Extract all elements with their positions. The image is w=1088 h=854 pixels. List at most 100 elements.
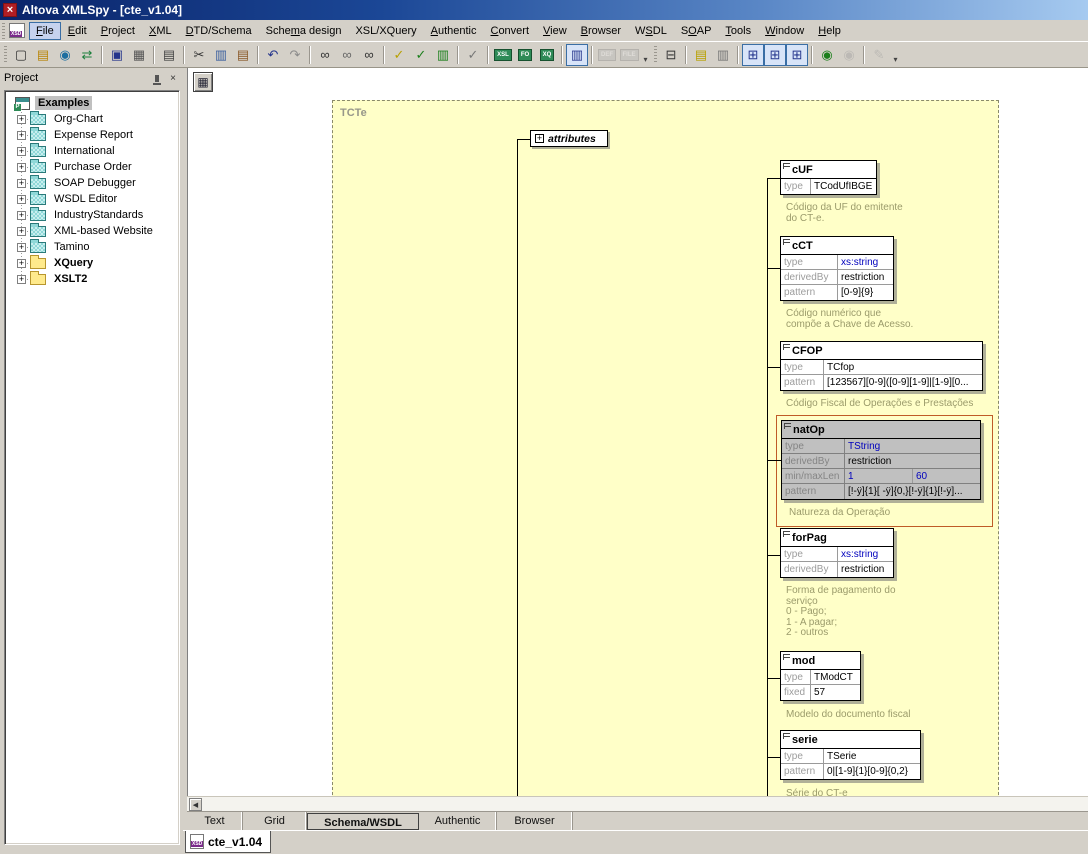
tree-item-org-chart[interactable]: +Org-Chart [7, 111, 179, 127]
schema-element-icon[interactable]: ▤ [690, 44, 712, 66]
reload-file-icon[interactable]: ⇄ [76, 44, 98, 66]
menubar-grip[interactable] [2, 23, 5, 39]
title-bar[interactable]: × Altova XMLSpy - [cte_v1.04] [0, 0, 1088, 20]
redo-icon[interactable]: ↷ [284, 44, 306, 66]
pin-icon[interactable] [150, 72, 164, 85]
menu-browser[interactable]: Browser [574, 22, 628, 40]
menu-soap[interactable]: SOAP [674, 22, 719, 40]
spelling-icon[interactable]: ✓ [462, 44, 484, 66]
scroll-left-icon[interactable]: ◀ [189, 798, 202, 811]
xslfo-transform-icon[interactable]: FO [514, 44, 536, 66]
xquery-execute-icon[interactable]: XQ [536, 44, 558, 66]
display-diagram-toggle-icon[interactable]: ⊞ [742, 44, 764, 66]
expand-icon[interactable]: + [17, 275, 26, 284]
find-next-icon[interactable]: ∞ [358, 44, 380, 66]
expand-icon[interactable]: + [17, 211, 26, 220]
view-tab-schema-wsdl[interactable]: Schema/WSDL [307, 813, 419, 830]
connect-server-icon[interactable]: ◉ [816, 44, 838, 66]
menu-xml[interactable]: XML [142, 22, 179, 40]
tree-item-tamino[interactable]: +Tamino [7, 239, 179, 255]
browser-preview-icon[interactable]: ▥ [566, 44, 588, 66]
document-menu-icon[interactable] [9, 23, 25, 38]
xsl-transform-icon[interactable]: XSL [492, 44, 514, 66]
expand-attributes-icon[interactable]: + [535, 134, 544, 143]
undo-icon[interactable]: ↶ [262, 44, 284, 66]
menu-xsl-xquery[interactable]: XSL/XQuery [348, 22, 423, 40]
save-icon[interactable]: ▣ [106, 44, 128, 66]
tree-item-international[interactable]: +International [7, 143, 179, 159]
element-box-forPag[interactable]: forPagtypexs:stringderivedByrestriction [780, 528, 894, 578]
find-icon[interactable]: ∞ [314, 44, 336, 66]
menu-authentic[interactable]: Authentic [424, 22, 484, 40]
element-box-cCT[interactable]: cCTtypexs:stringderivedByrestrictionpatt… [780, 236, 894, 301]
display-constraints-toggle-icon[interactable]: ⊞ [786, 44, 808, 66]
disconnect-server-icon[interactable]: ◉ [838, 44, 860, 66]
element-box-CFOP[interactable]: CFOPtypeTCfoppattern[123567][0-9]([0-9][… [780, 341, 983, 391]
expand-icon[interactable]: + [17, 243, 26, 252]
copy-icon[interactable]: ▥ [210, 44, 232, 66]
view-tab-text[interactable]: Text [187, 812, 243, 830]
menu-project[interactable]: Project [94, 22, 142, 40]
expand-icon[interactable]: + [17, 163, 26, 172]
display-annotations-toggle-icon[interactable]: ⊞ [764, 44, 786, 66]
cut-icon[interactable]: ✂ [188, 44, 210, 66]
schema-copy-icon[interactable]: ▥ [712, 44, 734, 66]
element-box-mod[interactable]: modtypeTModCTfixed57 [780, 651, 861, 701]
print-icon[interactable]: ▤ [158, 44, 180, 66]
expand-icon[interactable]: + [17, 259, 26, 268]
element-box-cUF[interactable]: cUFtypeTCodUfIBGE [780, 160, 877, 195]
tree-item-expense-report[interactable]: +Expense Report [7, 127, 179, 143]
menu-file[interactable]: File [29, 22, 61, 40]
menu-help[interactable]: Help [811, 22, 848, 40]
menu-window[interactable]: Window [758, 22, 811, 40]
tree-item-wsdl-editor[interactable]: +WSDL Editor [7, 191, 179, 207]
menu-convert[interactable]: Convert [483, 22, 536, 40]
assign-schema-icon[interactable]: ▥ [432, 44, 454, 66]
save-all-icon[interactable]: ▦ [128, 44, 150, 66]
attributes-box[interactable]: +attributes [530, 130, 608, 147]
horizontal-scrollbar[interactable]: ◀ [187, 796, 1088, 811]
menu-tools[interactable]: Tools [718, 22, 758, 40]
expand-icon[interactable]: + [17, 195, 26, 204]
open-url-icon[interactable]: ◉ [54, 44, 76, 66]
script-editor-icon[interactable]: ✎ [868, 44, 890, 66]
expand-icon[interactable]: + [17, 179, 26, 188]
paste-icon[interactable]: ▤ [232, 44, 254, 66]
menu-view[interactable]: View [536, 22, 574, 40]
menu-dtd-schema[interactable]: DTD/Schema [179, 22, 259, 40]
file-tab[interactable]: cte_v1.04 [185, 831, 271, 853]
expand-icon[interactable]: + [17, 227, 26, 236]
new-document-icon[interactable]: ▢ [10, 44, 32, 66]
dtd-def-icon[interactable]: DEF [596, 44, 618, 66]
validate-icon[interactable]: ✓ [410, 44, 432, 66]
toolbar-grip[interactable] [654, 46, 657, 64]
tree-item-soap-debugger[interactable]: +SOAP Debugger [7, 175, 179, 191]
close-icon[interactable]: × [166, 72, 180, 85]
expand-icon[interactable]: + [17, 131, 26, 140]
dtd-file-icon[interactable]: FILE [618, 44, 640, 66]
view-tab-browser[interactable]: Browser [497, 812, 573, 830]
menu-schema-design[interactable]: Schema design [259, 22, 349, 40]
element-box-natOp[interactable]: natOptypeTStringderivedByrestrictionmin/… [781, 420, 981, 500]
tree-item-industrystandards[interactable]: +IndustryStandards [7, 207, 179, 223]
tree-item-xslt2[interactable]: +XSLT2 [7, 271, 179, 287]
tree-root-examples[interactable]: Examples [7, 95, 179, 111]
toolbar-overflow-icon[interactable]: ▾ [640, 44, 651, 66]
show-globals-button[interactable]: ▦ [193, 72, 213, 92]
expand-icon[interactable]: + [17, 115, 26, 124]
schema-settings-icon[interactable]: ⊟ [660, 44, 682, 66]
view-tab-authentic[interactable]: Authentic [419, 812, 497, 830]
menu-edit[interactable]: Edit [61, 22, 94, 40]
find-in-files-icon[interactable]: ∞ [336, 44, 358, 66]
menu-wsdl[interactable]: WSDL [628, 22, 674, 40]
toolbar-grip[interactable] [4, 46, 7, 64]
check-wellformed-icon[interactable]: ✓ [388, 44, 410, 66]
tree-item-xquery[interactable]: +XQuery [7, 255, 179, 271]
tree-item-purchase-order[interactable]: +Purchase Order [7, 159, 179, 175]
view-tab-grid[interactable]: Grid [243, 812, 307, 830]
tree-item-xml-based-website[interactable]: +XML-based Website [7, 223, 179, 239]
open-file-icon[interactable]: ▤ [32, 44, 54, 66]
expand-icon[interactable]: + [17, 147, 26, 156]
element-box-serie[interactable]: serietypeTSeriepattern0|[1-9]{1}[0-9]{0,… [780, 730, 921, 780]
toolbar-overflow2-icon[interactable]: ▾ [890, 44, 901, 66]
